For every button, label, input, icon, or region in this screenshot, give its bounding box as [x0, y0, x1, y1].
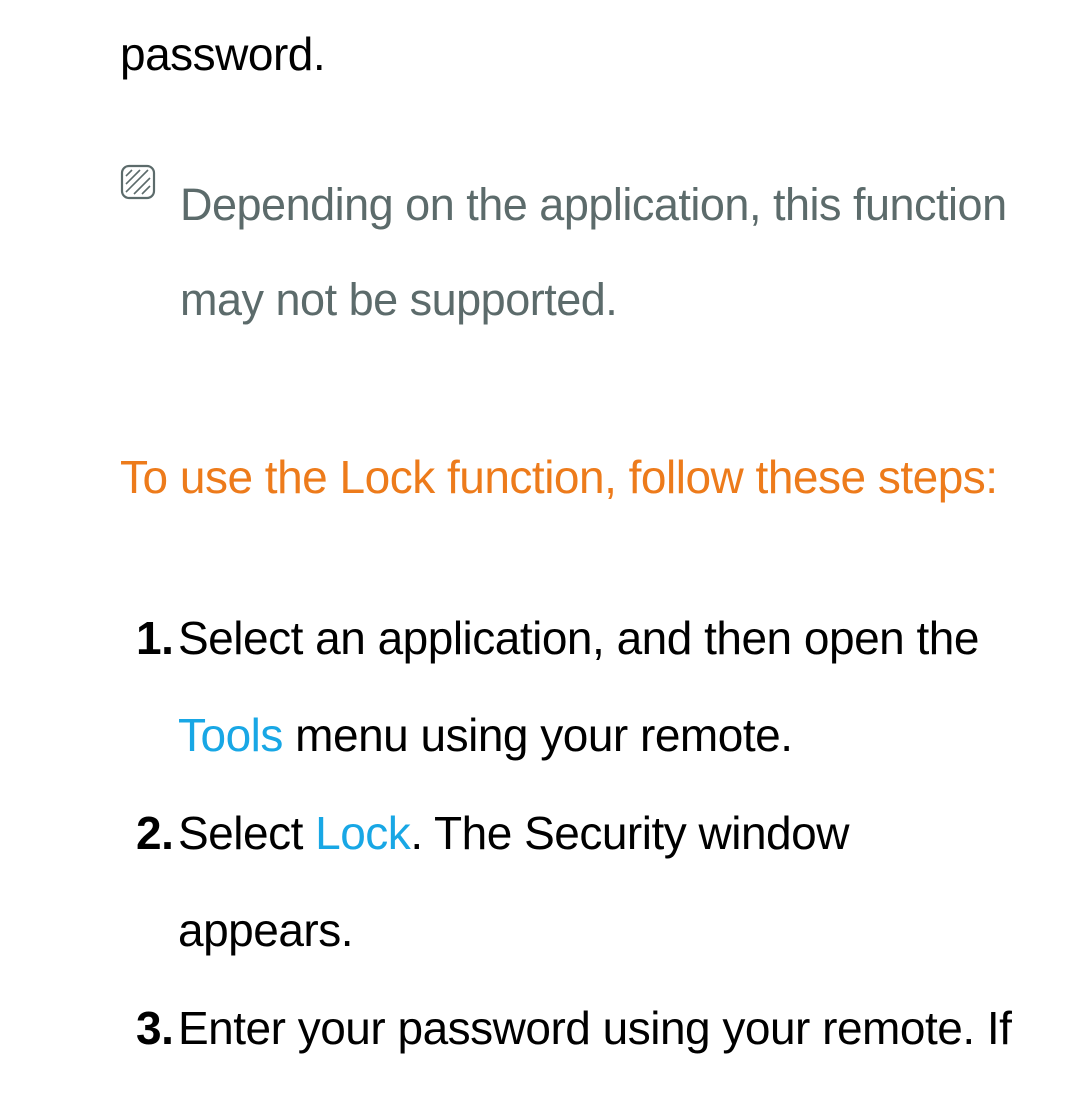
step-text: Select an application, and then open the [178, 612, 979, 664]
step-number: 3. [136, 980, 178, 1078]
step-1: 1. Select an application, and then open … [136, 590, 1026, 785]
document-page: password. Depending on the application, … [0, 0, 1080, 1104]
step-text: Enter your password using your remote. I… [178, 1002, 1011, 1104]
step-body: Select an application, and then open the… [178, 590, 1026, 785]
note-icon [120, 164, 156, 200]
ordered-steps: 1. Select an application, and then open … [120, 590, 1026, 1104]
note-text: Depending on the application, this funct… [180, 158, 1026, 347]
fragment-line-password: password. [120, 30, 1026, 78]
step-3: 3. Enter your password using your remote… [136, 980, 1026, 1104]
note-block: Depending on the application, this funct… [120, 158, 1026, 347]
step-body: Enter your password using your remote. I… [178, 980, 1026, 1104]
step-text: menu using your remote. [283, 709, 793, 761]
section-heading: To use the Lock function, follow these s… [120, 429, 1026, 526]
keyword-tools: Tools [178, 709, 283, 761]
step-body: Select Lock. The Security window appears… [178, 785, 1026, 980]
step-text: Select [178, 807, 315, 859]
keyword-lock: Lock [315, 807, 410, 859]
step-number: 1. [136, 590, 178, 688]
step-number: 2. [136, 785, 178, 883]
step-2: 2. Select Lock. The Security window appe… [136, 785, 1026, 980]
